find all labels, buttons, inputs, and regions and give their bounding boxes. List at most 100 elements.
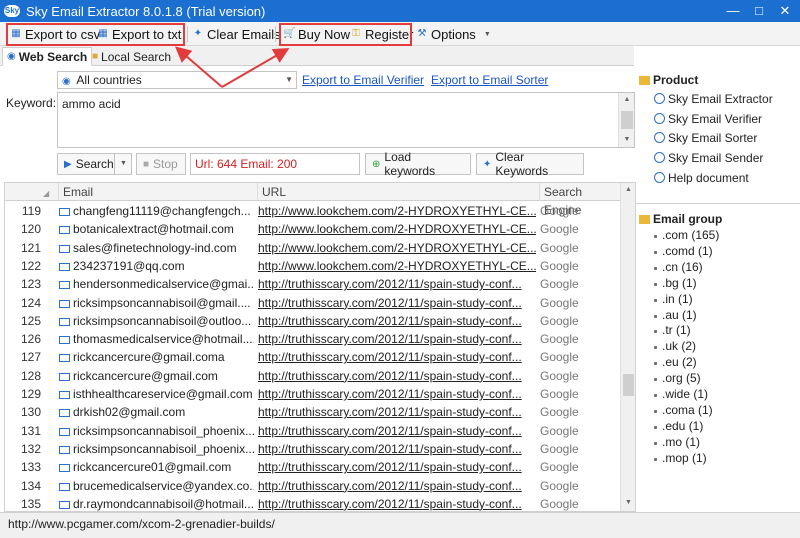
email-cell[interactable]: isthhealthcareservice@gmail.com (59, 385, 254, 403)
scroll-down-icon[interactable]: ▼ (619, 133, 635, 147)
stop-button[interactable]: ■ Stop (136, 153, 186, 175)
url-link[interactable]: http://truthisscary.com/2012/11/spain-st… (258, 367, 536, 385)
email-group-item[interactable]: .tr (1) (654, 323, 691, 337)
url-link[interactable]: http://truthisscary.com/2012/11/spain-st… (258, 312, 536, 330)
product-item[interactable]: Help document (654, 171, 749, 185)
table-row[interactable]: 119 changfeng11119@changfengch... http://w… (5, 202, 621, 220)
column-header-url[interactable]: URL (258, 183, 540, 201)
url-link[interactable]: http://truthisscary.com/2012/11/spain-st… (258, 330, 536, 348)
url-link[interactable]: http://truthisscary.com/2012/11/spain-st… (258, 458, 536, 476)
product-item[interactable]: Sky Email Sender (654, 151, 763, 165)
email-group-item[interactable]: .wide (1) (653, 387, 708, 401)
clear-keywords-button[interactable]: ✦ Clear Keywords (476, 150, 584, 178)
email-cell[interactable]: 234237191@qq.com (59, 257, 254, 275)
email-group-item[interactable]: .au (1) (654, 308, 697, 322)
email-cell[interactable]: rickcancercure@gmail.coma (59, 348, 254, 366)
table-row[interactable]: 123 hendersonmedicalservice@gmai... http:/… (5, 275, 621, 293)
email-group-item[interactable]: .cn (16) (654, 260, 703, 274)
search-engine-cell: Google (540, 313, 579, 328)
table-row[interactable]: 127 rickcancercure@gmail.coma http://truth… (5, 348, 621, 366)
email-group-item[interactable]: .in (1) (654, 292, 693, 306)
email-group-item[interactable]: .coma (1) (654, 403, 713, 417)
country-select[interactable]: ◉ All countries ▼ (57, 71, 297, 89)
clear-emails-button[interactable]: ✦ Clear Emails (192, 24, 281, 44)
email-group-item[interactable]: .org (5) (654, 371, 701, 385)
search-button[interactable]: ▶ Search ▼ (57, 153, 132, 175)
email-cell[interactable]: brucemedicalservice@yandex.co... (59, 477, 254, 495)
email-cell[interactable]: ricksimpsoncannabisoil_phoenix... (59, 440, 254, 458)
table-row[interactable]: 126 thomasmedicalservice@hotmail.... http:… (5, 330, 621, 348)
table-row[interactable]: 129 isthhealthcareservice@gmail.com http:/… (5, 385, 621, 403)
url-link[interactable]: http://truthisscary.com/2012/11/spain-st… (258, 385, 536, 403)
email-cell[interactable]: sales@finetechnology-ind.com (59, 239, 254, 257)
email-cell[interactable]: hendersonmedicalservice@gmai... (59, 275, 254, 293)
table-row[interactable]: 131 ricksimpsoncannabisoil_phoenix... http… (5, 422, 621, 440)
keyword-textarea[interactable]: ammo acid ▲ ▼ (57, 92, 635, 148)
maximize-button[interactable]: □ (746, 0, 772, 22)
url-link[interactable]: http://truthisscary.com/2012/11/spain-st… (258, 422, 536, 440)
email-group-item[interactable]: .mo (1) (653, 435, 700, 449)
table-row[interactable]: 128 rickcancercure@gmail.com http://truthi… (5, 367, 621, 385)
close-button[interactable]: ✕ (772, 0, 798, 22)
url-link[interactable]: http://truthisscary.com/2012/11/spain-st… (258, 275, 536, 293)
table-row[interactable]: 130 drkish02@gmail.com http://truthisscary… (5, 403, 621, 421)
email-cell[interactable]: botanicalextract@hotmail.com (59, 220, 254, 238)
table-row[interactable]: 133 rickcancercure01@gmail.com http://trut… (5, 458, 621, 476)
email-cell[interactable]: ricksimpsoncannabisoil_phoenix... (59, 422, 254, 440)
product-item[interactable]: Sky Email Extractor (654, 92, 773, 106)
table-row[interactable]: 135 dr.raymondcannabisoil@hotmail.... http… (5, 495, 621, 511)
email-cell[interactable]: rickcancercure@gmail.com (59, 367, 254, 385)
product-item[interactable]: Sky Email Verifier (654, 112, 762, 126)
grid-scrollbar[interactable]: ▲ ▼ (620, 183, 635, 511)
email-cell[interactable]: ricksimpsoncannabisoil@gmail.... (59, 294, 254, 312)
email-cell[interactable]: ricksimpsoncannabisoil@outloo... (59, 312, 254, 330)
email-cell[interactable]: drkish02@gmail.com (59, 403, 254, 421)
email-group-item[interactable]: .com (165) (653, 228, 719, 242)
window-title: Sky Email Extractor 8.0.1.8 (Trial versi… (26, 3, 266, 19)
chevron-down-icon[interactable]: ▼ (114, 154, 132, 174)
grid-scroll-thumb[interactable] (623, 374, 634, 396)
url-link[interactable]: http://truthisscary.com/2012/11/spain-st… (258, 294, 536, 312)
table-row[interactable]: 120 botanicalextract@hotmail.com http://ww… (5, 220, 621, 238)
scroll-down-icon[interactable]: ▼ (621, 496, 635, 510)
minimize-button[interactable]: — (720, 0, 746, 22)
table-row[interactable]: 132 ricksimpsoncannabisoil_phoenix... http… (5, 440, 621, 458)
email-cell[interactable]: changfeng11119@changfengch... (59, 202, 254, 220)
url-link[interactable]: http://www.lookchem.com/2-HYDROXYETHYL-C… (258, 202, 536, 220)
email-group-item[interactable]: .comd (1) (654, 244, 713, 258)
url-link[interactable]: http://truthisscary.com/2012/11/spain-st… (258, 403, 536, 421)
scroll-up-icon[interactable]: ▲ (619, 93, 635, 107)
email-group-item[interactable]: .eu (2) (654, 355, 697, 369)
export-to-verifier-link[interactable]: Export to Email Verifier (302, 73, 424, 87)
url-link[interactable]: http://truthisscary.com/2012/11/spain-st… (258, 477, 536, 495)
options-menu-button[interactable]: ⚒ Options ▼ (416, 24, 491, 44)
url-link[interactable]: http://truthisscary.com/2012/11/spain-st… (258, 348, 536, 366)
load-keywords-button[interactable]: ⊕ Load keywords (365, 150, 471, 178)
table-row[interactable]: 134 brucemedicalservice@yandex.co... http:… (5, 477, 621, 495)
email-group-item[interactable]: .edu (1) (653, 419, 703, 433)
table-row[interactable]: 124 ricksimpsoncannabisoil@gmail.... http:… (5, 294, 621, 312)
table-row[interactable]: 121 sales@finetechnology-ind.com http://ww… (5, 239, 621, 257)
tab-local-search[interactable]: ■ Local Search (88, 47, 175, 66)
keyword-scroll-thumb[interactable] (621, 111, 633, 129)
table-row[interactable]: 122 234237191@qq.com http://www.lookchem.c… (5, 257, 621, 275)
url-link[interactable]: http://www.lookchem.com/2-HYDROXYETHYL-C… (258, 257, 536, 275)
email-group-item[interactable]: .mop (1) (654, 451, 707, 465)
url-link[interactable]: http://truthisscary.com/2012/11/spain-st… (258, 440, 536, 458)
scroll-up-icon[interactable]: ▲ (621, 183, 635, 197)
email-cell[interactable]: rickcancercure01@gmail.com (59, 458, 254, 476)
email-cell[interactable]: thomasmedicalservice@hotmail.... (59, 330, 254, 348)
email-group-item[interactable]: .bg (1) (654, 276, 697, 290)
product-item[interactable]: Sky Email Sorter (654, 131, 757, 145)
column-header-search-engine[interactable]: Search Engine (540, 183, 621, 217)
export-to-sorter-link[interactable]: Export to Email Sorter (431, 73, 548, 87)
url-link[interactable]: http://truthisscary.com/2012/11/spain-st… (258, 495, 536, 511)
email-cell[interactable]: dr.raymondcannabisoil@hotmail.... (59, 495, 254, 511)
table-row[interactable]: 125 ricksimpsoncannabisoil@outloo... http:… (5, 312, 621, 330)
tab-web-search[interactable]: ◉ Web Search (2, 47, 93, 66)
email-group-item[interactable]: .uk (2) (653, 339, 696, 353)
keyword-scrollbar[interactable]: ▲ ▼ (618, 93, 634, 147)
column-header-email[interactable]: Email (59, 183, 258, 201)
url-link[interactable]: http://www.lookchem.com/2-HYDROXYETHYL-C… (258, 239, 536, 257)
url-link[interactable]: http://www.lookchem.com/2-HYDROXYETHYL-C… (258, 220, 536, 238)
